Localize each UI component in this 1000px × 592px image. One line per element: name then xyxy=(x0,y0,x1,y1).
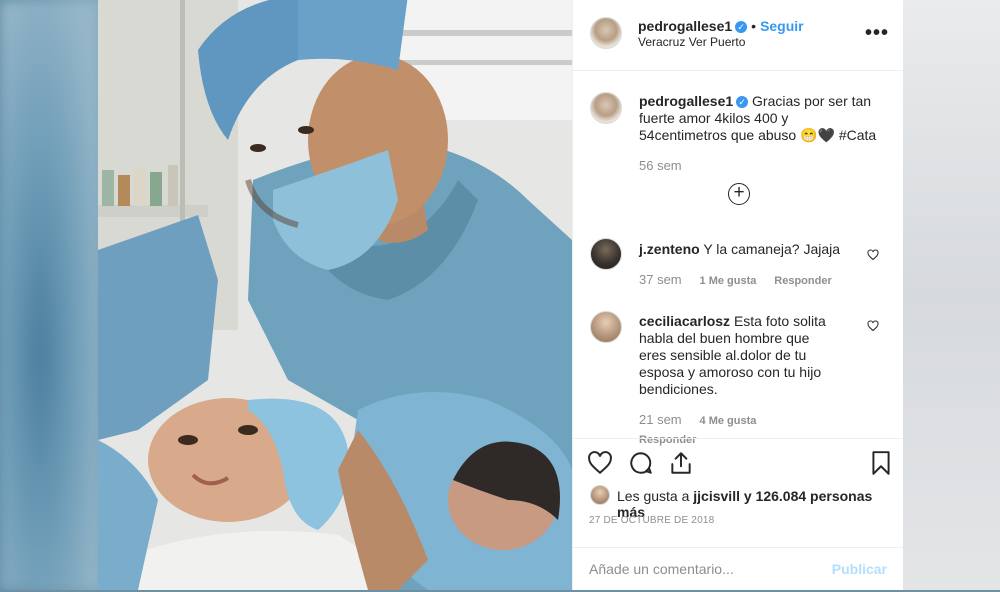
comment-icon[interactable] xyxy=(628,450,654,476)
liker-username[interactable]: jjcisvill xyxy=(693,488,740,504)
caption-avatar[interactable] xyxy=(590,92,622,124)
load-more-comments-icon[interactable]: + xyxy=(728,183,750,205)
comment-input[interactable]: Añade un comentario... xyxy=(589,561,734,577)
post-side-panel: pedrogallese1 ✓ • Seguir Veracruz Ver Puert… xyxy=(572,0,903,590)
comment-time[interactable]: 21 sem xyxy=(639,412,682,427)
share-icon[interactable] xyxy=(668,450,694,476)
comment-item: j.zenteno Y la camaneja? Jajaja 37 sem 1… xyxy=(639,241,869,290)
author-username[interactable]: pedrogallese1 xyxy=(638,18,732,34)
comment-like-heart-icon[interactable] xyxy=(867,320,879,332)
commenter-avatar[interactable] xyxy=(590,238,622,270)
comment-item: ceciliacarlosz Esta foto solita habla de… xyxy=(639,313,839,449)
comment-likes[interactable]: 1 Me gusta xyxy=(700,275,757,287)
photo-illustration xyxy=(98,0,572,590)
verified-icon: ✓ xyxy=(735,21,748,33)
separator-dot: • xyxy=(751,18,757,34)
caption-time[interactable]: 56 sem xyxy=(639,157,879,174)
publish-button[interactable]: Publicar xyxy=(832,561,887,577)
post-location[interactable]: Veracruz Ver Puerto xyxy=(638,35,745,49)
author-line: pedrogallese1 ✓ • Seguir xyxy=(638,18,804,36)
comment-meta: 37 sem 1 Me gusta Responder xyxy=(639,271,869,290)
comment-username[interactable]: ceciliacarlosz xyxy=(639,313,730,329)
post-caption: pedrogallese1 ✓ Gracias por ser tan fuert… xyxy=(639,93,879,174)
comment-username[interactable]: j.zenteno xyxy=(639,241,700,257)
heart-icon[interactable] xyxy=(587,450,613,476)
add-comment-bar: Añade un comentario... Publicar xyxy=(573,547,903,592)
reply-button[interactable]: Responder xyxy=(774,275,831,287)
bookmark-icon[interactable] xyxy=(868,450,894,476)
backdrop-right-blur xyxy=(900,0,1000,590)
liker-avatar[interactable] xyxy=(590,485,610,505)
comment-text: Y la camaneja? Jajaja xyxy=(703,241,841,257)
comment-time[interactable]: 37 sem xyxy=(639,272,682,287)
post-date[interactable]: 27 DE OCTUBRE DE 2018 xyxy=(589,515,714,526)
likes-prefix: Les gusta a xyxy=(617,488,694,504)
post-header: pedrogallese1 ✓ • Seguir Veracruz Ver Puert… xyxy=(573,0,903,71)
comment-like-heart-icon[interactable] xyxy=(867,249,879,261)
caption-username[interactable]: pedrogallese1 xyxy=(639,93,733,109)
follow-button[interactable]: Seguir xyxy=(760,18,804,34)
post-actions: Les gusta a jjcisvill y 126.084 personas… xyxy=(573,438,903,591)
more-options-icon[interactable]: ••• xyxy=(865,22,889,45)
post-photo[interactable] xyxy=(98,0,572,590)
author-avatar[interactable] xyxy=(590,17,622,49)
verified-icon: ✓ xyxy=(736,96,749,108)
comment-likes[interactable]: 4 Me gusta xyxy=(700,415,757,427)
commenter-avatar[interactable] xyxy=(590,311,622,343)
backdrop-left-blur xyxy=(0,0,100,590)
